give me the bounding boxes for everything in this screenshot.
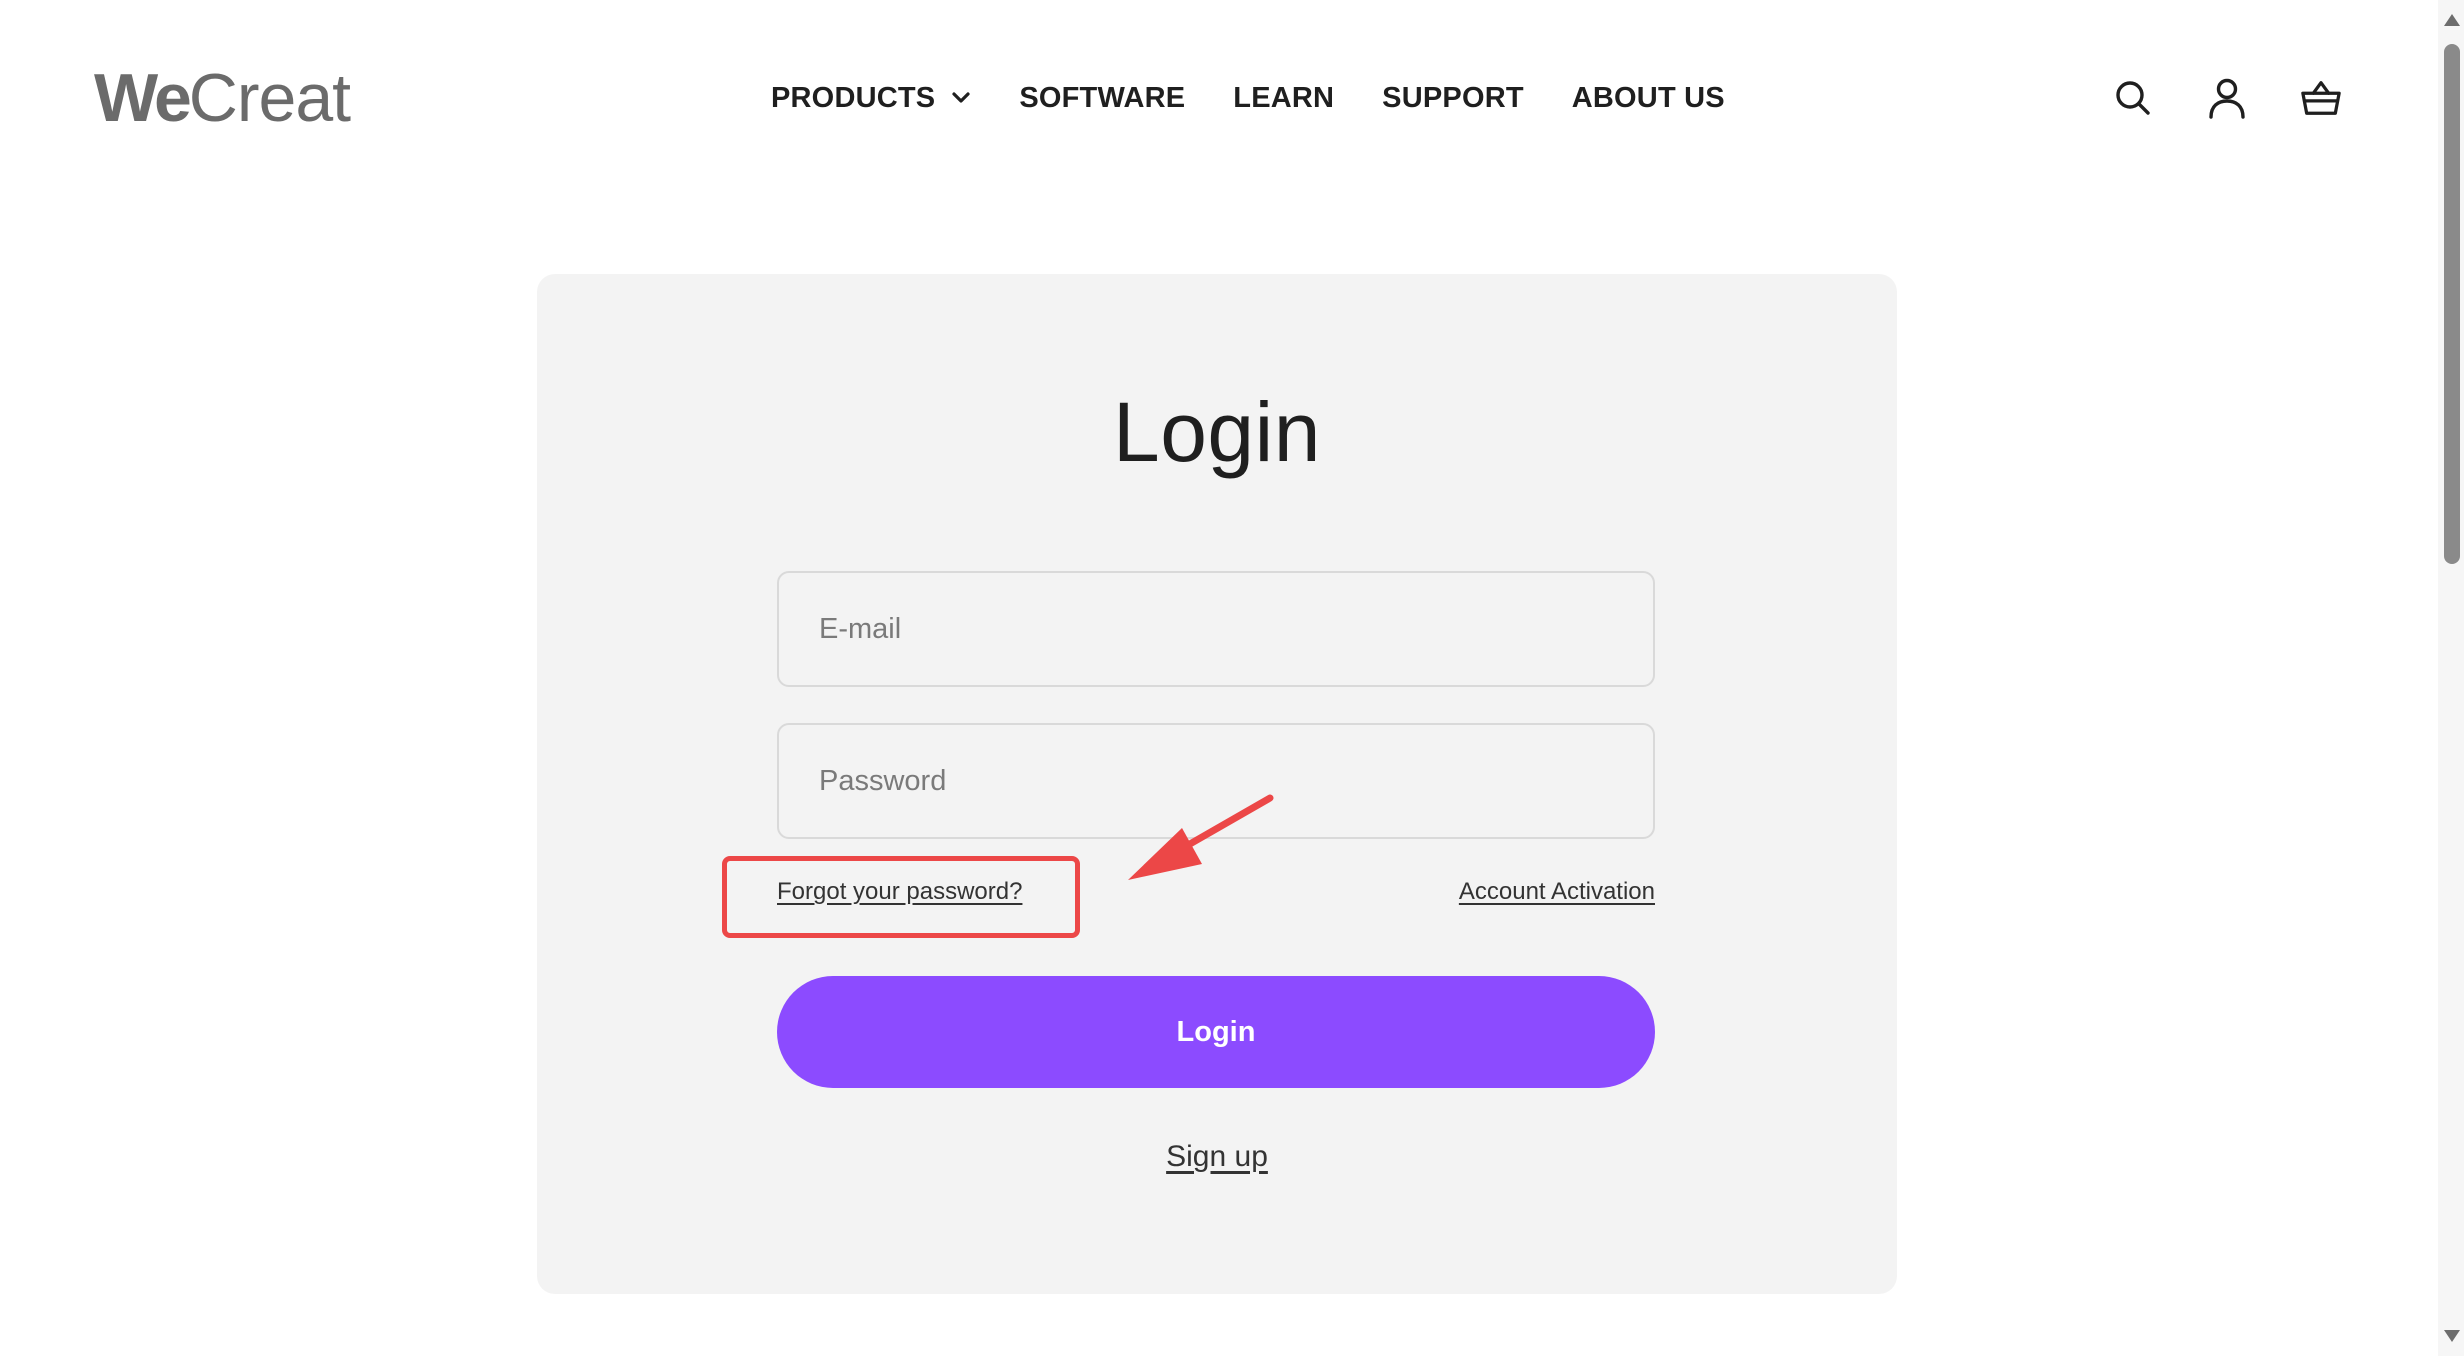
nav-item-label: PRODUCTS: [771, 81, 936, 114]
nav-item-learn[interactable]: LEARN: [1233, 82, 1334, 115]
page: We Creat PRODUCTS SOFTWARE LEARN SUPPORT …: [0, 0, 2464, 1356]
nav-item-label: LEARN: [1233, 81, 1335, 114]
login-card: Login E-mail Password Forgot your passwo…: [537, 274, 1897, 1294]
scroll-down-arrow-icon[interactable]: [2444, 1330, 2460, 1342]
search-icon[interactable]: [2112, 77, 2154, 119]
login-links: Forgot your password? Account Activation: [777, 878, 1655, 918]
forgot-password-link[interactable]: Forgot your password?: [777, 878, 1022, 906]
account-icon[interactable]: [2206, 77, 2248, 119]
email-field[interactable]: E-mail: [777, 571, 1655, 687]
vertical-scrollbar[interactable]: [2438, 0, 2464, 1356]
scrollbar-thumb[interactable]: [2444, 44, 2460, 564]
nav-item-products[interactable]: PRODUCTS: [771, 82, 971, 115]
nav-item-label: ABOUT US: [1571, 81, 1725, 114]
logo-bold-text: We: [94, 60, 192, 136]
nav-item-label: SUPPORT: [1382, 81, 1524, 114]
signup-row: Sign up: [537, 1140, 1897, 1174]
nav-item-support[interactable]: SUPPORT: [1382, 82, 1524, 115]
password-field[interactable]: Password: [777, 723, 1655, 839]
wecreat-logo[interactable]: We Creat: [94, 58, 351, 138]
signup-link[interactable]: Sign up: [1166, 1140, 1268, 1173]
login-title: Login: [1112, 385, 1322, 479]
chevron-down-icon: [951, 91, 971, 105]
nav-item-software[interactable]: SOFTWARE: [1019, 82, 1185, 115]
nav-item-about-us[interactable]: ABOUT US: [1572, 82, 1725, 115]
email-placeholder: E-mail: [819, 612, 902, 645]
account-activation-link[interactable]: Account Activation: [1459, 878, 1655, 906]
logo-light-text: Creat: [188, 60, 351, 136]
header-icons: [2112, 70, 2342, 126]
login-button[interactable]: Login: [777, 976, 1655, 1088]
scroll-up-arrow-icon[interactable]: [2444, 14, 2460, 26]
nav-item-label: SOFTWARE: [1019, 81, 1186, 114]
main-nav: PRODUCTS SOFTWARE LEARN SUPPORT ABOUT US: [771, 70, 1725, 126]
cart-icon[interactable]: [2300, 77, 2342, 119]
password-placeholder: Password: [819, 764, 947, 797]
